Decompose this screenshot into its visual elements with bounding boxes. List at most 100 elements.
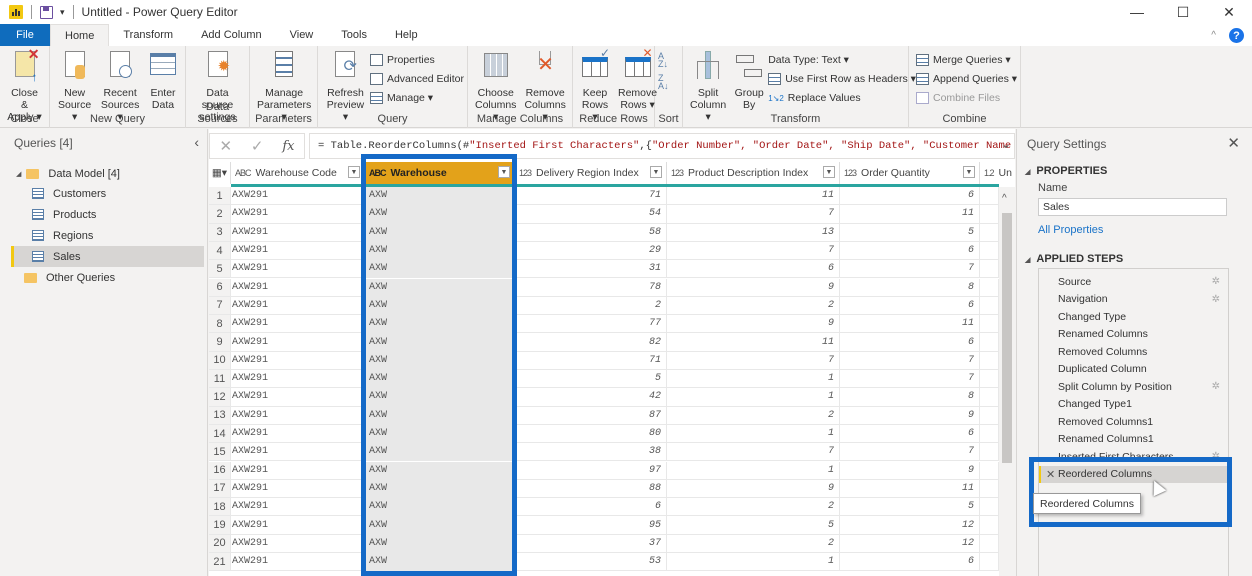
warehouse-cell[interactable]: AXW	[365, 223, 515, 242]
tab-transform[interactable]: Transform	[109, 24, 187, 46]
folder-other-queries[interactable]: Other Queries	[24, 267, 115, 288]
product-description-index-cell[interactable]: 7	[667, 241, 840, 261]
table-row[interactable]: 1 AXW291 AXW 71 11 6	[209, 187, 999, 206]
table-row[interactable]: 15 AXW291 AXW 38 7 7	[209, 443, 999, 462]
delivery-region-index-cell[interactable]: 80	[515, 424, 667, 444]
applied-step[interactable]: Removed Columns1	[1039, 413, 1228, 431]
query-item-regions[interactable]: Regions	[32, 225, 204, 246]
warehouse-cell[interactable]: AXW	[365, 205, 515, 224]
warehouse-cell[interactable]: AXW	[365, 370, 515, 389]
table-row[interactable]: 20 AXW291 AXW 37 2 12	[209, 534, 999, 553]
product-description-index-cell[interactable]: 9	[667, 315, 840, 334]
table-row[interactable]: 6 AXW291 AXW 78 9 8	[209, 278, 999, 297]
product-description-index-cell[interactable]: 2	[667, 296, 840, 316]
delivery-region-index-cell[interactable]: 38	[515, 443, 667, 462]
warehouse-code-cell[interactable]: AXW291	[231, 534, 365, 553]
table-row[interactable]: 9 AXW291 AXW 82 11 6	[209, 333, 999, 352]
applied-step[interactable]: Inserted First Characters ✲	[1039, 448, 1228, 466]
replace-values-button[interactable]: 1↘2 Replace Values	[768, 90, 916, 106]
product-description-index-cell[interactable]: 5	[667, 516, 840, 535]
product-description-index-cell[interactable]: 2	[667, 534, 840, 553]
delivery-region-index-cell[interactable]: 88	[515, 479, 667, 499]
warehouse-code-cell[interactable]: AXW291	[231, 241, 365, 261]
delivery-region-index-cell[interactable]: 78	[515, 278, 667, 297]
warehouse-cell[interactable]: AXW	[365, 516, 515, 535]
manage-button[interactable]: Manage ▾	[369, 90, 464, 106]
use-first-row-headers-button[interactable]: Use First Row as Headers ▾	[768, 71, 916, 87]
table-row[interactable]: 10 AXW291 AXW 71 7 7	[209, 351, 999, 370]
warehouse-cell[interactable]: AXW	[365, 498, 515, 517]
warehouse-cell[interactable]: AXW	[365, 278, 515, 297]
product-description-index-cell[interactable]: 1	[667, 553, 840, 572]
unit-price-cell[interactable]	[980, 260, 999, 279]
unit-price-cell[interactable]	[980, 333, 999, 352]
expand-formula-icon[interactable]: ⌄	[1001, 137, 1011, 151]
help-icon[interactable]: ?	[1229, 28, 1244, 43]
delete-step-icon[interactable]: ✕	[1046, 468, 1055, 481]
applied-step[interactable]: Changed Type1	[1039, 396, 1228, 414]
all-properties-link[interactable]: All Properties	[1038, 224, 1103, 236]
row-number[interactable]: 9	[209, 333, 231, 352]
row-number[interactable]: 6	[209, 278, 231, 297]
order-quantity-cell[interactable]: 6	[840, 187, 980, 206]
row-number[interactable]: 5	[209, 260, 231, 279]
tab-view[interactable]: View	[276, 24, 328, 46]
warehouse-code-cell[interactable]: AXW291	[231, 461, 365, 480]
table-row[interactable]: 18 AXW291 AXW 6 2 5	[209, 498, 999, 517]
table-row[interactable]: 11 AXW291 AXW 5 1 7	[209, 370, 999, 389]
warehouse-cell[interactable]: AXW	[365, 315, 515, 334]
collapse-triangle-icon[interactable]: ◢	[1025, 169, 1030, 176]
merge-queries-button[interactable]: Merge Queries ▾	[916, 52, 1017, 68]
whole-number-type-icon[interactable]: 123	[844, 168, 857, 178]
vertical-scrollbar[interactable]: ^	[999, 187, 1015, 576]
table-menu-icon[interactable]: ▦▾	[209, 162, 231, 184]
row-number[interactable]: 2	[209, 205, 231, 224]
sort-descending-icon[interactable]: Z A↓	[658, 74, 669, 91]
warehouse-cell[interactable]: AXW	[365, 241, 515, 261]
warehouse-cell[interactable]: AXW	[365, 296, 515, 316]
warehouse-cell[interactable]: AXW	[365, 443, 515, 462]
order-quantity-cell[interactable]: 6	[840, 553, 980, 572]
sort-ascending-icon[interactable]: A Z↓	[658, 52, 669, 69]
unit-price-cell[interactable]	[980, 479, 999, 499]
table-row[interactable]: 7 AXW291 AXW 2 2 6	[209, 296, 999, 316]
order-quantity-cell[interactable]: 9	[840, 461, 980, 480]
column-header-delivery-region-index[interactable]: 123 Delivery Region Index ▼	[515, 162, 667, 184]
delivery-region-index-cell[interactable]: 29	[515, 241, 667, 261]
column-header-unit-price[interactable]: 1.2 Un	[980, 162, 1015, 184]
table-row[interactable]: 4 AXW291 AXW 29 7 6	[209, 241, 999, 261]
cancel-formula-icon[interactable]: ✕	[219, 137, 232, 155]
unit-price-cell[interactable]	[980, 315, 999, 334]
row-number[interactable]: 12	[209, 388, 231, 407]
query-name-input[interactable]: Sales	[1038, 198, 1227, 216]
table-row[interactable]: 12 AXW291 AXW 42 1 8	[209, 388, 999, 407]
product-description-index-cell[interactable]: 1	[667, 461, 840, 480]
delivery-region-index-cell[interactable]: 31	[515, 260, 667, 279]
order-quantity-cell[interactable]: 7	[840, 260, 980, 279]
table-row[interactable]: 2 AXW291 AXW 54 7 11	[209, 205, 999, 224]
warehouse-cell[interactable]: AXW	[365, 187, 515, 206]
scrollbar-thumb[interactable]	[1002, 213, 1012, 463]
unit-price-cell[interactable]	[980, 370, 999, 389]
applied-step[interactable]: Renamed Columns	[1039, 326, 1228, 344]
row-number[interactable]: 21	[209, 553, 231, 572]
table-row[interactable]: 5 AXW291 AXW 31 6 7	[209, 260, 999, 279]
product-description-index-cell[interactable]: 9	[667, 278, 840, 297]
warehouse-cell[interactable]: AXW	[365, 553, 515, 572]
warehouse-code-cell[interactable]: AXW291	[231, 223, 365, 242]
order-quantity-cell[interactable]: 8	[840, 278, 980, 297]
order-quantity-cell[interactable]: 6	[840, 333, 980, 352]
column-header-warehouse-code[interactable]: ABC Warehouse Code ▼	[231, 162, 365, 184]
step-settings-gear-icon[interactable]: ✲	[1212, 451, 1220, 462]
combine-files-button[interactable]: Combine Files	[916, 90, 1017, 106]
query-item-sales[interactable]: Sales	[11, 246, 204, 267]
table-row[interactable]: 3 AXW291 AXW 58 13 5	[209, 223, 999, 242]
delivery-region-index-cell[interactable]: 53	[515, 553, 667, 572]
filter-dropdown-icon[interactable]: ▼	[823, 166, 835, 178]
row-number[interactable]: 17	[209, 479, 231, 499]
delivery-region-index-cell[interactable]: 95	[515, 516, 667, 535]
properties-section[interactable]: ◢ PROPERTIES	[1025, 165, 1107, 177]
close-button[interactable]: ✕	[1206, 0, 1252, 24]
applied-step[interactable]: Changed Type	[1039, 308, 1228, 326]
decimal-type-icon[interactable]: 1.2	[984, 168, 994, 178]
